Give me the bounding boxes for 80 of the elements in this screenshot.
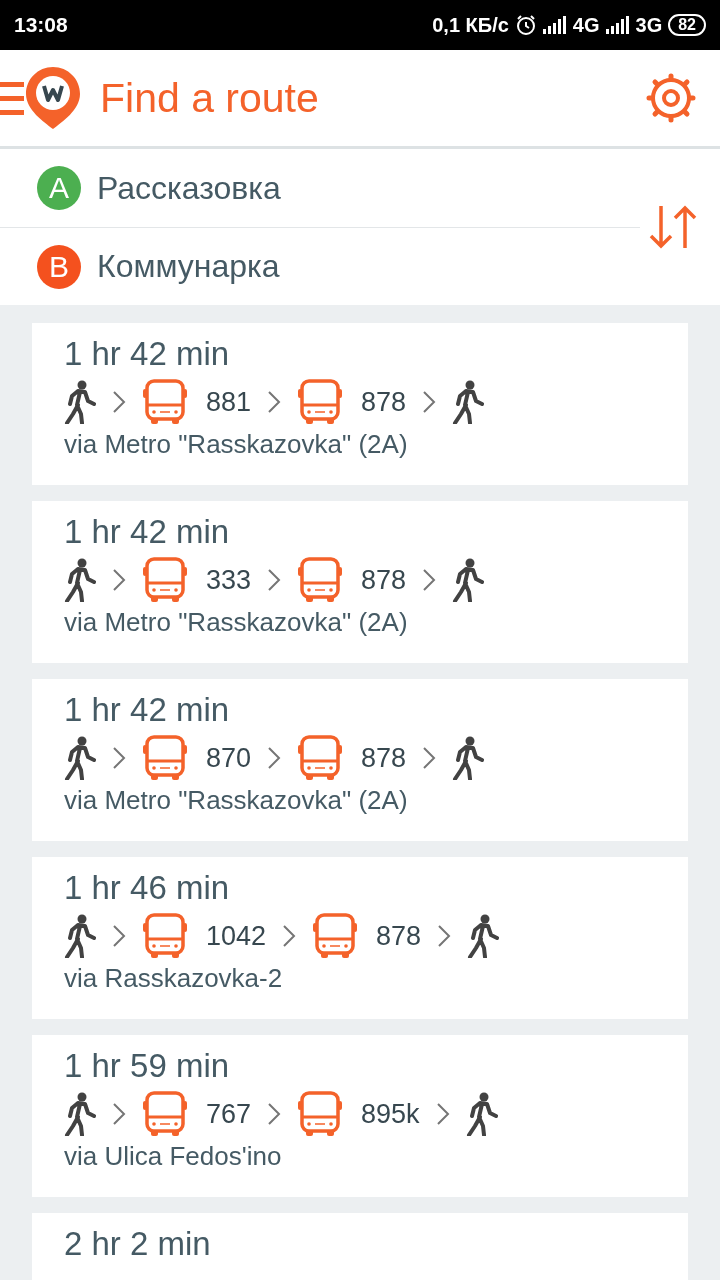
chevron-icon — [267, 390, 282, 414]
bus-icon — [297, 1091, 344, 1137]
bus-icon — [297, 735, 344, 781]
chevron-icon — [112, 746, 126, 770]
bus-number: 881 — [206, 386, 252, 418]
bus-number: 767 — [206, 1098, 252, 1130]
route-card[interactable]: 1 hr 46 min 1042 878 via Rasskazovka-2 — [32, 857, 688, 1019]
bus-icon — [142, 379, 188, 425]
bus-icon — [142, 735, 188, 781]
pin-logo-icon — [24, 65, 82, 131]
chevron-icon — [422, 568, 437, 592]
route-via: via Metro "Rasskazovka" (2A) — [64, 429, 409, 460]
chevron-icon — [435, 1102, 450, 1126]
walking-person-icon — [452, 558, 485, 602]
route-card[interactable]: 1 hr 42 min 333 878 via Metro "Rasskazovka" (2A) — [32, 501, 688, 663]
walking-person-icon — [452, 736, 485, 780]
battery-indicator: 82 — [668, 14, 706, 36]
network-type: 4G — [572, 13, 600, 37]
stop-name: Рассказовка — [97, 169, 281, 207]
chevron-icon — [267, 1102, 282, 1126]
bus-number: 878 — [361, 742, 407, 774]
route-via: via Rasskazovka-2 — [64, 963, 284, 994]
bus-number: 333 — [206, 564, 252, 596]
bus-icon — [297, 379, 344, 425]
chevron-icon — [112, 924, 126, 948]
route-duration: 1 hr 46 min — [64, 869, 231, 907]
stop-badge: A — [37, 166, 81, 210]
walking-person-icon — [64, 1092, 96, 1136]
network-type: 3G — [635, 13, 663, 37]
route-via: via Ulica Fedos'ino — [64, 1141, 283, 1172]
status-time: 13:08 — [14, 13, 68, 37]
chevron-icon — [437, 924, 452, 948]
stop-badge: B — [37, 244, 81, 289]
stop-name: Коммунарка — [97, 248, 280, 285]
chevron-icon — [422, 746, 437, 770]
chevron-icon — [282, 924, 297, 948]
chevron-icon — [267, 568, 282, 592]
screen-title: Find a route — [100, 74, 320, 122]
walking-person-icon — [64, 380, 96, 424]
chevron-icon — [267, 746, 282, 770]
alarm-icon — [514, 14, 537, 36]
route-via: via Metro "Rasskazovka" (2A) — [64, 785, 409, 816]
bus-number: 1042 — [206, 920, 267, 952]
settings-icon[interactable] — [646, 73, 696, 123]
stop-field[interactable]: A Рассказовка — [0, 149, 640, 227]
signal-icon — [542, 16, 567, 34]
bus-number: 895k — [361, 1098, 420, 1130]
bus-icon — [312, 913, 359, 959]
route-via: via Metro "Rasskazovka" (2A) — [64, 607, 409, 638]
chevron-icon — [112, 1102, 126, 1126]
route-duration: 1 hr 59 min — [64, 1047, 231, 1085]
route-card[interactable]: 1 hr 42 min 870 878 via Metro "Rasskazovka" (2A) — [32, 679, 688, 841]
stop-field[interactable]: B Коммунарка — [0, 227, 640, 305]
bus-number: 878 — [361, 564, 407, 596]
chevron-icon — [422, 390, 437, 414]
bus-icon — [142, 557, 188, 603]
walking-person-icon — [64, 558, 96, 602]
bus-number: 878 — [376, 920, 422, 952]
bus-icon — [297, 557, 344, 603]
route-card[interactable]: 1 hr 42 min 881 878 via Metro "Rasskazovka" (2A) — [32, 323, 688, 485]
route-duration: 1 hr 42 min — [64, 691, 231, 729]
walking-person-icon — [64, 914, 96, 958]
walking-person-icon — [465, 1092, 498, 1136]
walking-person-icon — [452, 380, 485, 424]
bus-icon — [142, 1091, 188, 1137]
route-card[interactable]: 2 hr 2 min — [32, 1213, 688, 1280]
signal-icon — [605, 16, 630, 34]
chevron-icon — [112, 390, 126, 414]
walking-person-icon — [467, 914, 500, 958]
walking-person-icon — [64, 736, 96, 780]
bus-number: 878 — [361, 386, 407, 418]
route-duration: 1 hr 42 min — [64, 513, 231, 551]
route-duration: 1 hr 42 min — [64, 335, 231, 373]
route-card[interactable]: 1 hr 59 min 767 895k via Ulica Fedos'ino — [32, 1035, 688, 1197]
swap-icon[interactable] — [648, 204, 698, 250]
route-duration: 2 hr 2 min — [64, 1225, 212, 1263]
bus-number: 870 — [206, 742, 252, 774]
bus-icon — [142, 913, 188, 959]
chevron-icon — [112, 568, 126, 592]
network-speed: 0,1 КБ/с — [432, 13, 509, 37]
